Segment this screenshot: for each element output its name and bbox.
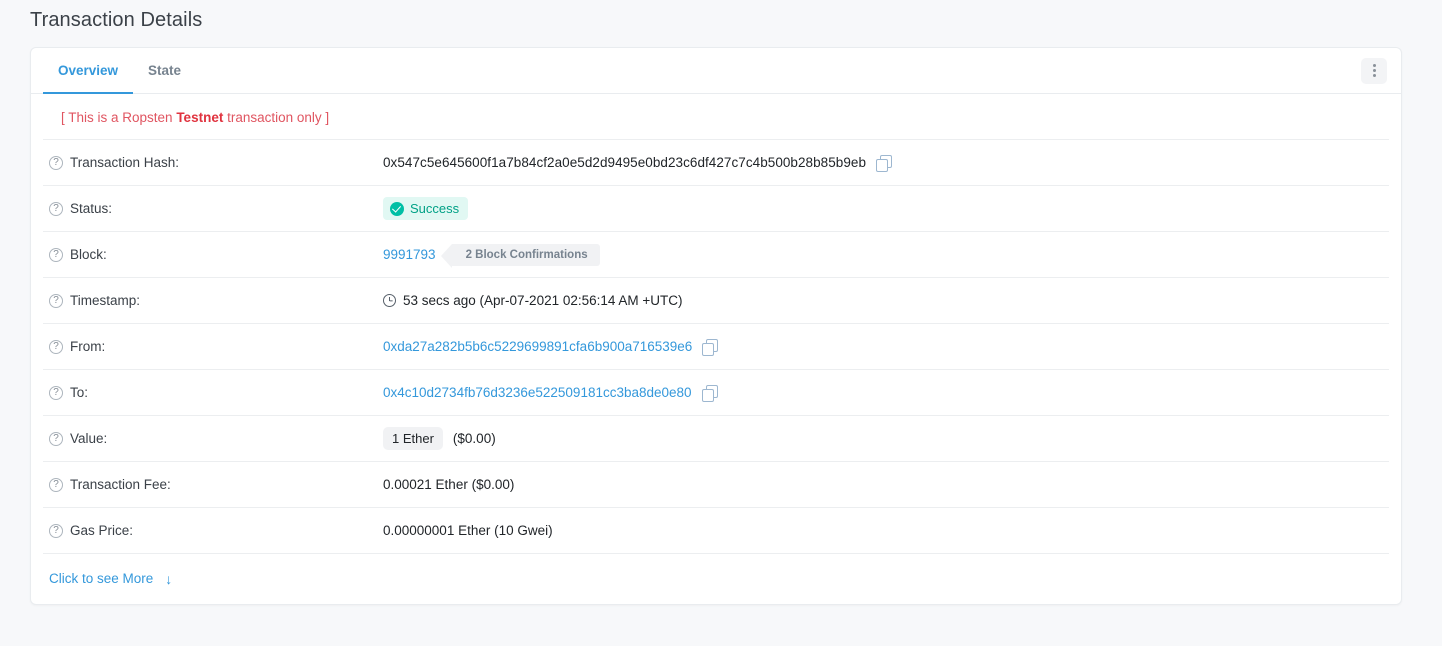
to-address-link[interactable]: 0x4c10d2734fb76d3236e522509181cc3ba8de0e… [383, 385, 692, 400]
timestamp-text: 53 secs ago (Apr-07-2021 02:56:14 AM +UT… [403, 293, 683, 308]
value-to: 0x4c10d2734fb76d3236e522509181cc3ba8de0e… [383, 385, 1389, 400]
label-value: ? Value: [43, 431, 383, 446]
label-status: ? Status: [43, 201, 383, 216]
kebab-dot [1373, 64, 1376, 67]
tab-list: Overview State [43, 48, 196, 93]
testnet-notice-suffix: transaction only ] [223, 110, 329, 125]
block-number-link[interactable]: 9991793 [383, 247, 436, 262]
transaction-hash-text: 0x547c5e645600f1a7b84cf2a0e5d2d9495e0bd2… [383, 155, 866, 170]
tab-overview-label: Overview [58, 63, 118, 78]
help-icon[interactable]: ? [49, 202, 63, 216]
value-transaction-fee: 0.00021 Ether ($0.00) [383, 477, 1389, 492]
row-status: ? Status: Success [43, 186, 1389, 232]
testnet-notice: [ This is a Ropsten Testnet transaction … [43, 94, 1389, 140]
value-transaction-hash: 0x547c5e645600f1a7b84cf2a0e5d2d9495e0bd2… [383, 155, 1389, 170]
status-badge-label: Success [410, 201, 459, 216]
value-ether-badge: 1 Ether [383, 427, 443, 450]
tab-overview[interactable]: Overview [43, 48, 133, 94]
label-text: Timestamp: [70, 293, 140, 308]
label-gas-price: ? Gas Price: [43, 523, 383, 538]
click-to-see-more-row: Click to see More ↓ [43, 554, 1389, 604]
row-to: ? To: 0x4c10d2734fb76d3236e522509181cc3b… [43, 370, 1389, 416]
copy-icon[interactable] [876, 155, 890, 170]
help-icon[interactable]: ? [49, 478, 63, 492]
help-icon[interactable]: ? [49, 340, 63, 354]
row-transaction-hash: ? Transaction Hash: 0x547c5e645600f1a7b8… [43, 140, 1389, 186]
value-timestamp: 53 secs ago (Apr-07-2021 02:56:14 AM +UT… [383, 293, 1389, 308]
row-transaction-fee: ? Transaction Fee: 0.00021 Ether ($0.00) [43, 462, 1389, 508]
kebab-dot [1373, 74, 1376, 77]
copy-icon[interactable] [702, 339, 716, 354]
copy-icon[interactable] [702, 385, 716, 400]
block-confirmations-badge: 2 Block Confirmations [452, 244, 600, 266]
value-status: Success [383, 197, 1389, 220]
kebab-menu-icon[interactable] [1361, 58, 1387, 84]
label-transaction-hash: ? Transaction Hash: [43, 155, 383, 170]
label-text: Transaction Hash: [70, 155, 179, 170]
transaction-card: Overview State [ This is a Ropsten Testn… [30, 47, 1402, 605]
transaction-fee-text: 0.00021 Ether ($0.00) [383, 477, 514, 492]
label-from: ? From: [43, 339, 383, 354]
row-value: ? Value: 1 Ether ($0.00) [43, 416, 1389, 462]
value-amount: 1 Ether ($0.00) [383, 427, 1389, 450]
from-address-link[interactable]: 0xda27a282b5b6c5229699891cfa6b900a716539… [383, 339, 692, 354]
help-icon[interactable]: ? [49, 248, 63, 262]
value-fiat-text: ($0.00) [453, 431, 496, 446]
help-icon[interactable]: ? [49, 524, 63, 538]
status-badge: Success [383, 197, 468, 220]
page-title: Transaction Details [30, 9, 202, 32]
card-header: Overview State [31, 48, 1401, 94]
help-icon[interactable]: ? [49, 386, 63, 400]
label-text: Status: [70, 201, 112, 216]
testnet-notice-emphasis: Testnet [176, 110, 223, 125]
row-gas-price: ? Gas Price: 0.00000001 Ether (10 Gwei) [43, 508, 1389, 554]
check-circle-icon [390, 202, 404, 216]
label-text: Gas Price: [70, 523, 133, 538]
value-gas-price: 0.00000001 Ether (10 Gwei) [383, 523, 1389, 538]
help-icon[interactable]: ? [49, 432, 63, 446]
value-from: 0xda27a282b5b6c5229699891cfa6b900a716539… [383, 339, 1389, 354]
kebab-dot [1373, 69, 1376, 72]
card-body: [ This is a Ropsten Testnet transaction … [31, 94, 1401, 604]
label-transaction-fee: ? Transaction Fee: [43, 477, 383, 492]
tab-state-label: State [148, 63, 181, 78]
label-text: Value: [70, 431, 107, 446]
gas-price-text: 0.00000001 Ether (10 Gwei) [383, 523, 553, 538]
label-block: ? Block: [43, 247, 383, 262]
label-text: Transaction Fee: [70, 477, 171, 492]
click-to-see-more-link[interactable]: Click to see More [49, 571, 153, 586]
help-icon[interactable]: ? [49, 294, 63, 308]
testnet-notice-prefix: [ This is a Ropsten [61, 110, 176, 125]
label-timestamp: ? Timestamp: [43, 293, 383, 308]
label-text: Block: [70, 247, 107, 262]
transaction-details-page: Transaction Details Overview State [ Thi… [0, 0, 1442, 646]
row-from: ? From: 0xda27a282b5b6c5229699891cfa6b90… [43, 324, 1389, 370]
clock-icon [383, 294, 396, 307]
label-text: To: [70, 385, 88, 400]
label-to: ? To: [43, 385, 383, 400]
help-icon[interactable]: ? [49, 156, 63, 170]
label-text: From: [70, 339, 105, 354]
row-block: ? Block: 9991793 2 Block Confirmations [43, 232, 1389, 278]
row-timestamp: ? Timestamp: 53 secs ago (Apr-07-2021 02… [43, 278, 1389, 324]
arrow-down-icon[interactable]: ↓ [165, 572, 172, 586]
tab-state[interactable]: State [133, 48, 196, 94]
value-block: 9991793 2 Block Confirmations [383, 244, 1389, 266]
